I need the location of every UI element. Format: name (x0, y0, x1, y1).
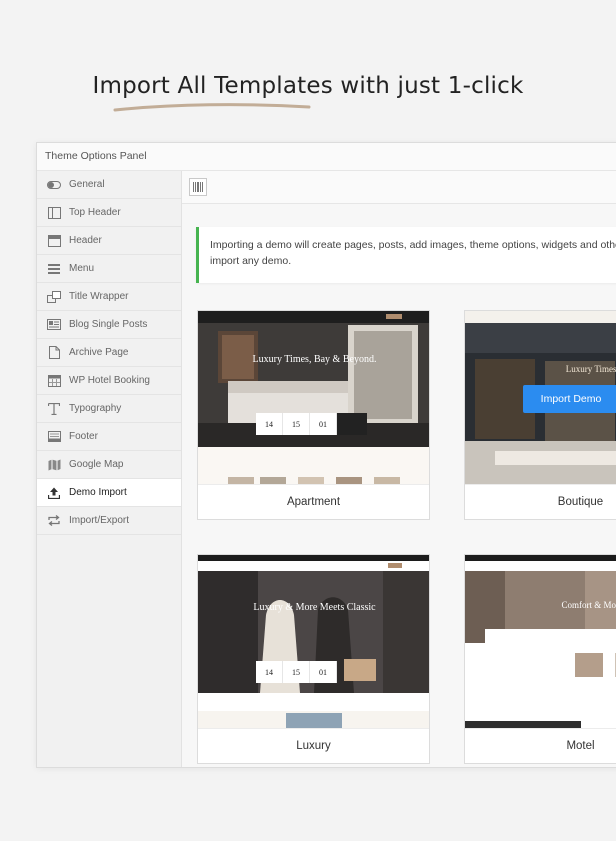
notice-line: Importing a demo will create pages, post… (210, 239, 616, 251)
notice-line: import any demo. (210, 255, 292, 267)
sidebar-item-import-export[interactable]: Import/Export (37, 507, 181, 535)
demo-label: Boutique (465, 484, 616, 519)
demo-preview-image: Comfort & More Bay & Beyond. (465, 555, 616, 731)
sidebar-item-label: Menu (69, 263, 95, 274)
toolbar (182, 171, 616, 204)
sidebar-item-label: Import/Export (69, 515, 130, 526)
sidebar-item-label: General (69, 179, 105, 190)
sidebar-item-label: Top Header (69, 207, 121, 218)
barcode-icon[interactable] (189, 178, 207, 196)
sidebar-item-typography[interactable]: Typography (37, 395, 181, 423)
demo-label: Apartment (198, 484, 429, 519)
sidebar-item-wp-hotel-booking[interactable]: WP Hotel Booking (37, 367, 181, 395)
booking-date: 14 (256, 413, 283, 435)
booking-date: 01 (310, 413, 337, 435)
top-header-icon (46, 206, 62, 220)
demo-card-motel[interactable]: Comfort & More Bay & Beyond. Motel (464, 554, 616, 764)
map-icon (46, 458, 62, 472)
demo-label: Motel (465, 728, 616, 763)
title-wrapper-icon (46, 290, 62, 304)
booking-date: 15 (283, 413, 310, 435)
demo-hero-text: Luxury Times, Bay & Beyond. (252, 354, 377, 365)
sidebar-item-label: Blog Single Posts (69, 319, 148, 330)
typography-icon (46, 402, 62, 416)
sidebar-item-blog-single-posts[interactable]: Blog Single Posts (37, 311, 181, 339)
sidebar-item-google-map[interactable]: Google Map (37, 451, 181, 479)
toggle-icon (46, 178, 62, 192)
demo-card-boutique[interactable]: Luxury Times, Bay & Beyond. Import Demo … (464, 310, 616, 520)
theme-options-panel: Theme Options Panel General Top Header H… (36, 142, 616, 768)
demo-preview-image: Luxury Times, Bay & Beyond. 14 15 01 (198, 311, 429, 487)
header-icon (46, 234, 62, 248)
demo-preview-image: Luxury & More Meets Classic 14 15 01 (198, 555, 429, 731)
sidebar-item-label: Demo Import (69, 487, 127, 498)
booking-date: 15 (283, 661, 310, 683)
sidebar-item-label: Title Wrapper (69, 291, 129, 302)
sidebar-item-archive-page[interactable]: Archive Page (37, 339, 181, 367)
booking-bar: 14 15 01 (256, 661, 337, 683)
calendar-icon (46, 374, 62, 388)
demo-hero-text: Luxury Times, Bay & Beyond. (565, 364, 616, 374)
demo-label: Luxury (198, 728, 429, 763)
booking-go (337, 413, 367, 435)
archive-icon (46, 346, 62, 360)
headline-underline (113, 103, 311, 112)
import-demo-button[interactable]: Import Demo (523, 385, 616, 413)
menu-icon (46, 262, 62, 276)
sidebar: General Top Header Header Menu Title Wra… (37, 171, 182, 767)
headline: Import All Templates with just 1-click (92, 73, 524, 99)
sync-icon (46, 514, 62, 528)
booking-date: 01 (310, 661, 337, 683)
footer-icon (46, 430, 62, 444)
booking-date: 14 (256, 661, 283, 683)
blog-icon (46, 318, 62, 332)
sidebar-item-label: Archive Page (69, 347, 129, 358)
sidebar-item-label: WP Hotel Booking (69, 375, 150, 386)
panel-title: Theme Options Panel (37, 143, 616, 171)
demo-preview-image: Luxury Times, Bay & Beyond. Import Demo (465, 311, 616, 487)
demo-hero-text: Luxury & More Meets Classic (253, 602, 376, 613)
sidebar-item-demo-import[interactable]: Demo Import (37, 479, 181, 507)
sidebar-item-footer[interactable]: Footer (37, 423, 181, 451)
sidebar-item-top-header[interactable]: Top Header (37, 199, 181, 227)
booking-bar: 14 15 01 (256, 413, 367, 435)
sidebar-item-title-wrapper[interactable]: Title Wrapper (37, 283, 181, 311)
upload-icon (46, 486, 62, 500)
demo-hero-text: Comfort & More Bay & Beyond. (561, 600, 616, 610)
sidebar-item-general[interactable]: General (37, 171, 181, 199)
demo-card-luxury[interactable]: Luxury & More Meets Classic 14 15 01 Lux… (197, 554, 430, 764)
sidebar-item-label: Google Map (69, 459, 124, 470)
demo-import-content: Importing a demo will create pages, post… (182, 171, 616, 767)
sidebar-item-menu[interactable]: Menu (37, 255, 181, 283)
sidebar-item-label: Typography (69, 403, 122, 414)
sidebar-item-header[interactable]: Header (37, 227, 181, 255)
sidebar-item-label: Header (69, 235, 102, 246)
import-notice: Importing a demo will create pages, post… (196, 227, 616, 283)
sidebar-item-label: Footer (69, 431, 98, 442)
demo-card-apartment[interactable]: Luxury Times, Bay & Beyond. 14 15 01 Apa… (197, 310, 430, 520)
